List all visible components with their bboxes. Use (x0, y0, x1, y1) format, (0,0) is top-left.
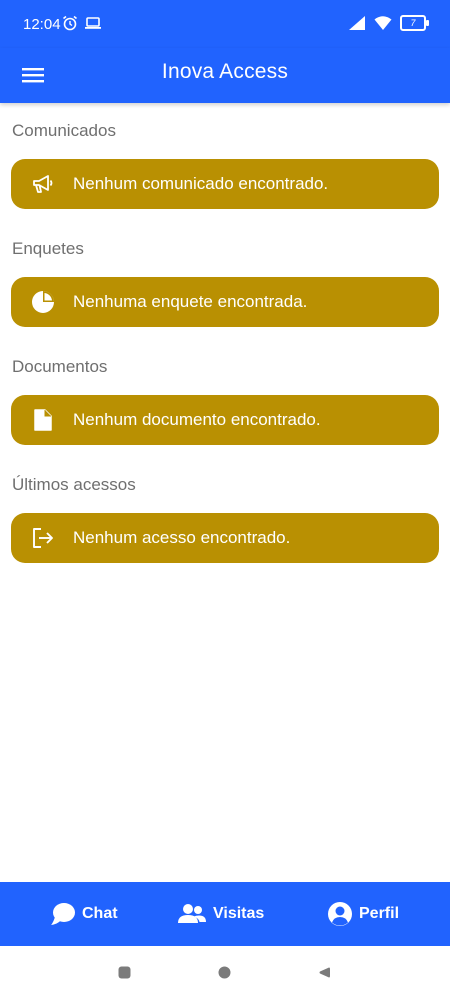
sign-out-icon (31, 526, 55, 550)
section-title-ultimos-acessos: Últimos acessos (12, 475, 136, 494)
card-message: Nenhum acesso encontrado. (73, 528, 291, 547)
signal-icon (349, 16, 365, 30)
alarm-icon (63, 15, 77, 31)
pie-chart-icon (31, 290, 55, 314)
status-time: 12:04 (23, 16, 61, 33)
nav-perfil[interactable]: Perfil (327, 882, 399, 946)
recents-button[interactable] (118, 966, 131, 979)
section-title-documentos: Documentos (12, 357, 108, 376)
section-title-comunicados: Comunicados (12, 121, 116, 140)
home-button[interactable] (218, 966, 231, 979)
nav-chat-label: Chat (82, 905, 118, 922)
megaphone-icon (31, 172, 55, 196)
nav-visitas[interactable]: Visitas (177, 882, 264, 946)
user-circle-icon (328, 902, 352, 926)
status-bar: 12:04 7 (0, 0, 450, 48)
nav-chat[interactable]: Chat (50, 882, 118, 946)
file-icon (31, 408, 55, 432)
card-enquetes[interactable]: Nenhuma enquete encontrada. (11, 277, 439, 327)
card-documentos[interactable]: Nenhum documento encontrado. (11, 395, 439, 445)
laptop-icon (85, 17, 101, 29)
battery-icon: 7 (400, 15, 429, 31)
status-left-icons (62, 15, 102, 31)
bottom-nav: Chat Visitas Perfil (0, 882, 450, 946)
card-message: Nenhuma enquete encontrada. (73, 292, 308, 311)
card-message: Nenhum documento encontrado. (73, 410, 321, 429)
app-bar: Inova Access (0, 48, 450, 103)
nav-perfil-label: Perfil (359, 905, 400, 922)
section-title-enquetes: Enquetes (12, 239, 84, 258)
app-title: Inova Access (161, 60, 289, 83)
users-icon (178, 904, 206, 923)
card-comunicados[interactable]: Nenhum comunicado encontrado. (11, 159, 439, 209)
status-right-icons: 7 (348, 15, 429, 31)
chat-icon (51, 903, 75, 925)
nav-visitas-label: Visitas (213, 905, 265, 922)
card-ultimos-acessos[interactable]: Nenhum acesso encontrado. (11, 513, 439, 563)
system-nav-bar (0, 946, 450, 1000)
card-message: Nenhum comunicado encontrado. (73, 174, 329, 193)
wifi-icon (374, 16, 392, 30)
back-button[interactable] (318, 966, 331, 979)
